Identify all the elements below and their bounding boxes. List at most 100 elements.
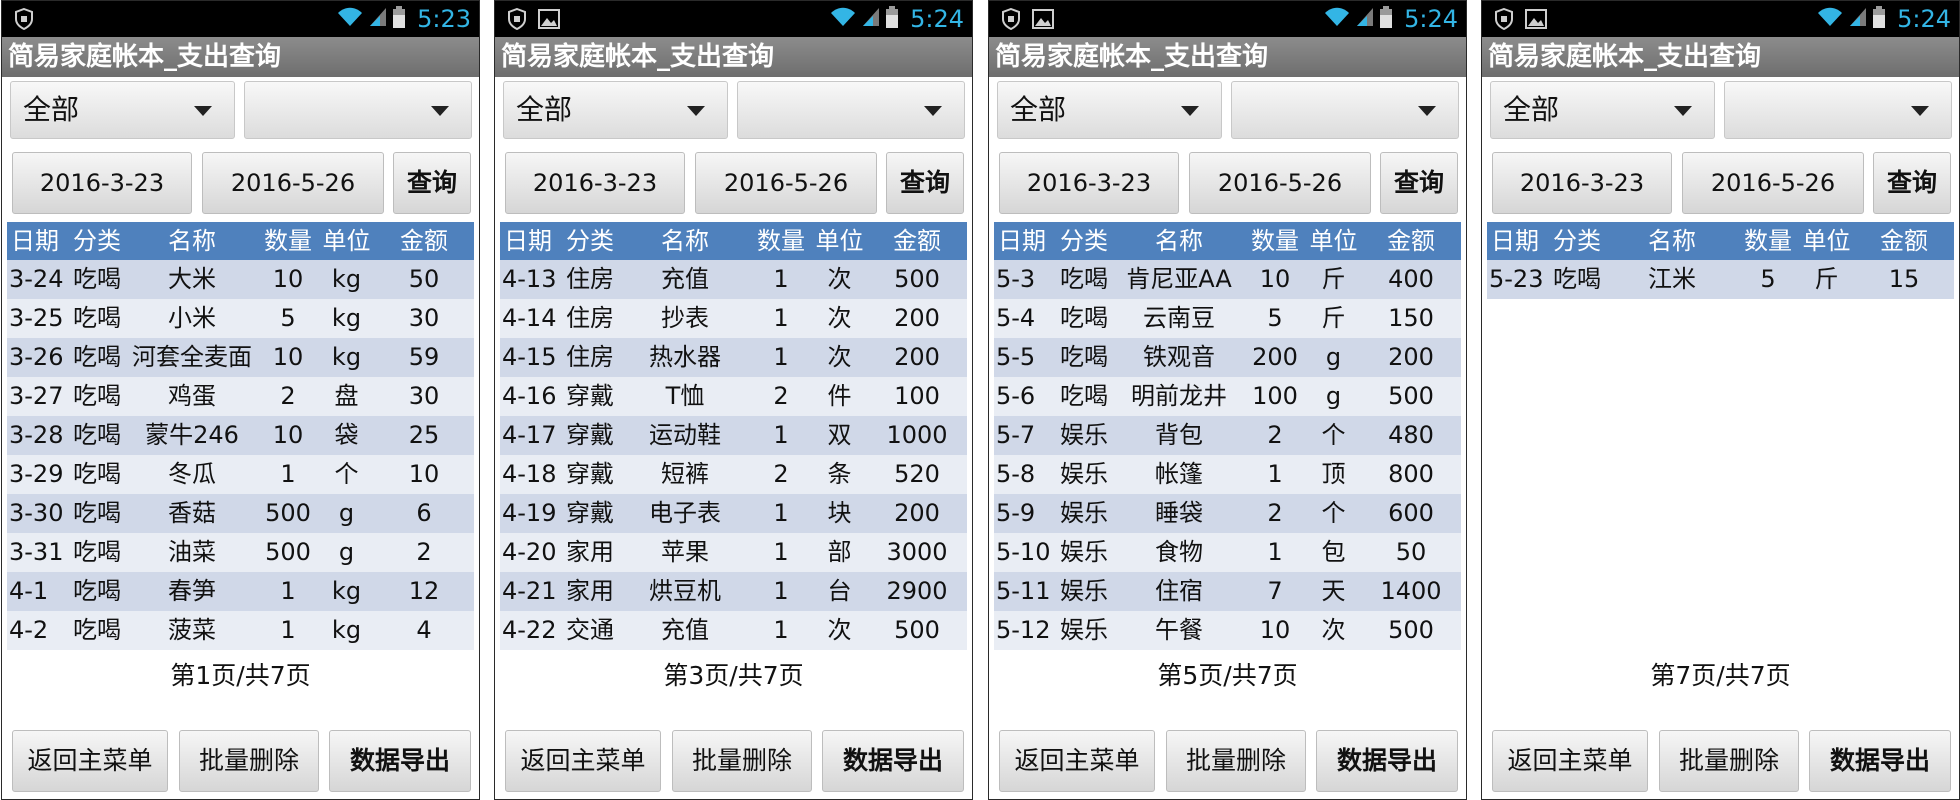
- cell-amount: 59: [408, 343, 440, 371]
- cell-name: 午餐: [1155, 616, 1203, 644]
- cell-category: 家用: [566, 577, 614, 605]
- subcategory-select[interactable]: [244, 81, 472, 139]
- table-row[interactable]: 5-4 吃喝 云南豆 5 斤 150: [994, 299, 1461, 338]
- subcategory-select[interactable]: [1231, 81, 1459, 139]
- end-date-button[interactable]: 2016-5-26: [1189, 152, 1371, 214]
- cell-unit: 次: [827, 265, 852, 293]
- table-row[interactable]: 5-3 吃喝 肯尼亚AA 10 斤 400: [994, 260, 1461, 299]
- start-date-button[interactable]: 2016-3-23: [1492, 152, 1672, 214]
- category-select[interactable]: 全部: [997, 81, 1222, 139]
- export-data-button[interactable]: 数据导出: [822, 730, 964, 792]
- table-row[interactable]: 4-13 住房 充值 1 次 500: [500, 260, 967, 299]
- expense-table: 日期 分类 名称 数量 单位 金额 4-13 住房 充值 1 次 500 4-14 住房 抄表 1 次 200 4-…: [500, 222, 967, 650]
- column-header-category: 分类: [73, 227, 121, 255]
- query-button[interactable]: 查询: [393, 152, 471, 214]
- cell-name: 帐篷: [1155, 460, 1203, 488]
- table-row[interactable]: 3-29 吃喝 冬瓜 1 个 10: [7, 455, 474, 494]
- table-row[interactable]: 4-21 家用 烘豆机 1 台 2900: [500, 572, 967, 611]
- cell-date: 3-30: [9, 499, 64, 527]
- table-row[interactable]: 4-17 穿戴 运动鞋 1 双 1000: [500, 416, 967, 455]
- table-row[interactable]: 3-31 吃喝 油菜 500 g 2: [7, 533, 474, 572]
- cell-name: 小米: [168, 304, 216, 332]
- batch-delete-button[interactable]: 批量删除: [1166, 730, 1306, 792]
- table-row[interactable]: 3-27 吃喝 鸡蛋 2 盘 30: [7, 377, 474, 416]
- cell-quantity: 1: [280, 460, 296, 488]
- table-row[interactable]: 3-24 吃喝 大米 10 kg 50: [7, 260, 474, 299]
- cell-unit: 次: [827, 343, 852, 371]
- cell-date: 4-17: [502, 421, 557, 449]
- cell-quantity: 1: [280, 616, 296, 644]
- cell-date: 4-14: [502, 304, 557, 332]
- cell-unit: kg: [331, 616, 362, 644]
- table-row[interactable]: 5-8 娱乐 帐篷 1 顶 800: [994, 455, 1461, 494]
- cell-category: 娱乐: [1060, 577, 1108, 605]
- export-data-button[interactable]: 数据导出: [1316, 730, 1458, 792]
- cell-amount: 10: [408, 460, 440, 488]
- table-row[interactable]: 5-23 吃喝 江米 5 斤 15: [1487, 260, 1954, 299]
- back-to-main-menu-button[interactable]: 返回主菜单: [12, 730, 168, 792]
- cell-amount: 200: [894, 343, 940, 371]
- cell-name: 住宿: [1155, 577, 1203, 605]
- table-header: 日期 分类 名称 数量 单位 金额: [1487, 222, 1954, 260]
- table-row[interactable]: 3-30 吃喝 香菇 500 g 6: [7, 494, 474, 533]
- table-row[interactable]: 4-22 交通 充值 1 次 500: [500, 611, 967, 650]
- subcategory-select[interactable]: [737, 81, 965, 139]
- batch-delete-button[interactable]: 批量删除: [179, 730, 319, 792]
- query-button[interactable]: 查询: [886, 152, 964, 214]
- start-date-button[interactable]: 2016-3-23: [999, 152, 1179, 214]
- signal-icon: [1849, 7, 1867, 31]
- end-date-button[interactable]: 2016-5-26: [1682, 152, 1864, 214]
- category-select[interactable]: 全部: [503, 81, 728, 139]
- cell-unit: 斤: [1321, 304, 1346, 332]
- end-date-button[interactable]: 2016-5-26: [202, 152, 384, 214]
- cell-amount: 2: [416, 538, 432, 566]
- back-to-main-menu-button[interactable]: 返回主菜单: [999, 730, 1155, 792]
- cell-name: 大米: [168, 265, 216, 293]
- table-row[interactable]: 4-18 穿戴 短裤 2 条 520: [500, 455, 967, 494]
- category-select[interactable]: 全部: [1490, 81, 1715, 139]
- table-row[interactable]: 5-12 娱乐 午餐 10 次 500: [994, 611, 1461, 650]
- table-row[interactable]: 4-2 吃喝 菠菜 1 kg 4: [7, 611, 474, 650]
- cell-name: 运动鞋: [649, 421, 721, 449]
- cell-name: 抄表: [661, 304, 709, 332]
- cell-quantity: 1: [280, 577, 296, 605]
- cell-category: 娱乐: [1060, 421, 1108, 449]
- cell-name: 苹果: [661, 538, 709, 566]
- table-row[interactable]: 5-5 吃喝 铁观音 200 g 200: [994, 338, 1461, 377]
- category-select[interactable]: 全部: [10, 81, 235, 139]
- cell-category: 吃喝: [1060, 304, 1108, 332]
- table-row[interactable]: 5-11 娱乐 住宿 7 天 1400: [994, 572, 1461, 611]
- table-row[interactable]: 4-1 吃喝 春笋 1 kg 12: [7, 572, 474, 611]
- subcategory-select[interactable]: [1724, 81, 1952, 139]
- table-row[interactable]: 4-20 家用 苹果 1 部 3000: [500, 533, 967, 572]
- batch-delete-button[interactable]: 批量删除: [672, 730, 812, 792]
- export-data-button[interactable]: 数据导出: [1809, 730, 1951, 792]
- table-row[interactable]: 5-7 娱乐 背包 2 个 480: [994, 416, 1461, 455]
- table-row[interactable]: 5-10 娱乐 食物 1 包 50: [994, 533, 1461, 572]
- table-row[interactable]: 5-9 娱乐 睡袋 2 个 600: [994, 494, 1461, 533]
- query-button[interactable]: 查询: [1380, 152, 1458, 214]
- table-row[interactable]: 4-19 穿戴 电子表 1 块 200: [500, 494, 967, 533]
- table-row[interactable]: 5-6 吃喝 明前龙井 100 g 500: [994, 377, 1461, 416]
- table-row[interactable]: 3-28 吃喝 蒙牛246 10 袋 25: [7, 416, 474, 455]
- table-header: 日期 分类 名称 数量 单位 金额: [7, 222, 474, 260]
- back-to-main-menu-button[interactable]: 返回主菜单: [505, 730, 661, 792]
- wifi-icon: [1324, 7, 1350, 31]
- table-row[interactable]: 4-14 住房 抄表 1 次 200: [500, 299, 967, 338]
- export-data-button[interactable]: 数据导出: [329, 730, 471, 792]
- start-date-button[interactable]: 2016-3-23: [12, 152, 192, 214]
- page-indicator: 第3页/共7页: [663, 661, 804, 690]
- table-row[interactable]: 4-15 住房 热水器 1 次 200: [500, 338, 967, 377]
- end-date-button[interactable]: 2016-5-26: [695, 152, 877, 214]
- start-date-button[interactable]: 2016-3-23: [505, 152, 685, 214]
- table-row[interactable]: 3-25 吃喝 小米 5 kg 30: [7, 299, 474, 338]
- cell-quantity: 1: [773, 304, 789, 332]
- table-row[interactable]: 4-16 穿戴 T恤 2 件 100: [500, 377, 967, 416]
- cell-quantity: 2: [773, 460, 789, 488]
- column-header-amount: 金额: [893, 227, 941, 255]
- table-row[interactable]: 3-26 吃喝 河套全麦面 10 kg 59: [7, 338, 474, 377]
- query-button[interactable]: 查询: [1873, 152, 1951, 214]
- cell-name: 背包: [1155, 421, 1203, 449]
- back-to-main-menu-button[interactable]: 返回主菜单: [1492, 730, 1648, 792]
- batch-delete-button[interactable]: 批量删除: [1659, 730, 1799, 792]
